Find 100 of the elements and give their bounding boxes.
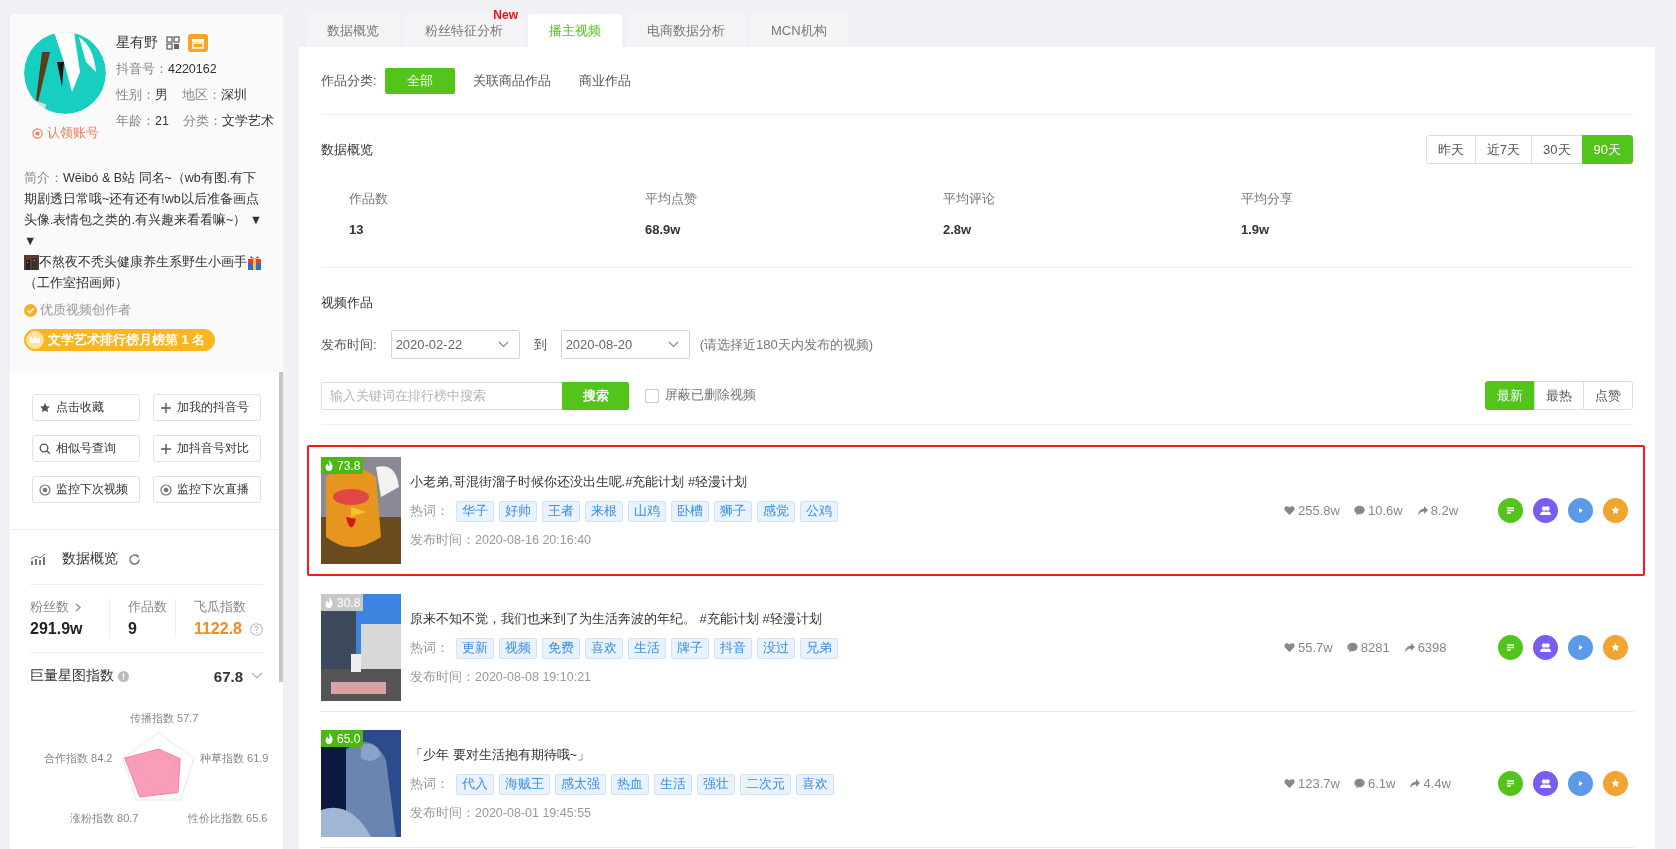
hotword-tag[interactable]: 视频 [499,637,537,659]
heat-score-badge: 65.0 [321,730,364,747]
comment-count: 10.6w [1367,503,1403,518]
stat-value: 1.9w [1241,222,1271,237]
hotword-tag[interactable]: 抖音 [714,637,752,659]
claim-account-link[interactable]: 认领账号 [31,124,99,142]
video-row[interactable]: 73.8 小老弟,哥混街溜子时候你还没出生呢.#充能计划 #轻漫计划 热词： 华子 好帅 王者 来根 山鸡 卧槽 狮子 感觉 公鸡 发布时间：2020-08-16 20:16:40 255.8w 10.6w 8.2w [307,445,1645,576]
search-field[interactable]: 输入关键词在排行榜中搜索 [321,381,562,410]
hotword-tag[interactable]: 好帅 [499,500,537,522]
sort-button[interactable]: 最新 [1485,381,1535,410]
date-hint: (请选择近180天内发布的视频) [699,335,873,354]
hotword-tag[interactable]: 感太强 [555,773,606,795]
hotword-tag[interactable]: 华子 [456,500,494,522]
field-label: 地区： [182,88,221,102]
bio-text: （工作室招画师） [24,275,129,292]
stat-label: 飞瓜指数 [193,599,247,616]
stat-value: 9 [127,620,138,638]
category-option[interactable]: 全部 [384,67,455,94]
hotword-tag[interactable]: 二次元 [740,773,791,795]
range-separator: 到 [533,335,547,354]
section-title: 视频作品 [321,295,373,310]
hotword-tag[interactable]: 感觉 [757,500,795,522]
section-title: 数据概览 [321,140,373,159]
index-label: 巨量星图指数 [30,667,114,685]
stat-label: 作品数 [349,190,389,208]
hotword-tag[interactable]: 没过 [757,637,795,659]
index-value: 67.8 [213,667,243,685]
share-count: 6398 [1417,640,1447,655]
publish-time: 发布时间：2020-08-01 19:45:55 [410,804,593,822]
tab[interactable]: 数据概览 [306,14,400,47]
video-title[interactable]: 小老弟,哥混街溜子时候你还没出生呢.#充能计划 #轻漫计划 [410,472,1270,491]
hotword-tag[interactable]: 免费 [542,637,580,659]
date-field[interactable]: 2020-02-22 [390,330,520,359]
hotword-tag[interactable]: 热血 [611,773,649,795]
category-option[interactable]: 关联商品作品 [462,67,561,94]
video-title[interactable]: 「少年 要对生活抱有期待哦~」 [410,745,1270,764]
action-button[interactable]: 相似号查询 [32,435,140,462]
filter-label: 作品分类: [321,71,377,90]
hotword-tag[interactable]: 喜欢 [796,773,834,795]
stat-value: 68.9w [645,222,682,237]
rank-badge: 文学艺术排行榜月榜第 1 名 [24,329,216,351]
hotword-tag[interactable]: 来根 [585,500,623,522]
section-title: 数据概览 [62,550,118,568]
action-button[interactable]: 加抖音号对比 [153,435,261,462]
like-count: 255.8w [1298,503,1340,518]
field-value: 21 [155,114,169,128]
sort-button[interactable]: 点赞 [1583,381,1633,410]
category-option[interactable]: 商业作品 [568,67,641,94]
hotword-tag[interactable]: 生活 [628,637,666,659]
bio-text: 简介：Wēibó & B站 同名~（wb有图.有下期剧透日常哦~还有还有!wb以后准备画点头像.表情包之类的.有兴趣来看看嘛~） ▼ ▼ [24,170,264,250]
tab[interactable]: MCN机构 [750,14,848,47]
hotword-tag[interactable]: 强壮 [697,773,735,795]
tab[interactable]: 电商数据分析 [626,14,746,47]
stat-value: 13 [349,222,365,237]
creator-badge-text: 优质视频创作者 [40,302,131,319]
sort-button[interactable]: 最热 [1534,381,1584,410]
hotword-tag[interactable]: 王者 [542,500,580,522]
hotword-tag[interactable]: 卧槽 [671,500,709,522]
radar-label: 种草指数 61.9 [200,751,269,766]
range-button[interactable]: 90天 [1581,135,1633,164]
comment-count: 8281 [1360,640,1390,655]
publish-time: 发布时间：2020-08-16 20:16:40 [410,531,593,549]
action-button[interactable]: 监控下次直播 [153,476,261,503]
publish-time: 发布时间：2020-08-08 19:10:21 [410,668,593,686]
stat-label: 平均点赞 [645,190,698,208]
hotword-tag[interactable]: 公鸡 [800,500,838,522]
field-value: 深圳 [221,88,247,102]
video-title[interactable]: 原来不知不觉，我们也来到了为生活奔波的年纪。 #充能计划 #轻漫计划 [410,609,1270,628]
stat-label: 平均分享 [1241,190,1294,208]
hotwords-label: 热词： [410,775,449,793]
stat-label: 平均评论 [943,190,996,208]
tab[interactable]: 播主视频 [528,14,622,47]
hotword-tag[interactable]: 喜欢 [585,637,623,659]
stat-value: 291.9w [30,620,84,638]
like-count: 55.7w [1298,640,1333,655]
range-button[interactable]: 近7天 [1474,135,1533,164]
hotwords-label: 热词： [410,639,449,657]
range-button[interactable]: 昨天 [1425,135,1476,164]
heat-score-badge: 73.8 [321,457,364,474]
stat-label: 作品数 [127,599,168,616]
hotword-tag[interactable]: 兄弟 [800,637,838,659]
action-button[interactable]: 监控下次视频 [32,476,140,503]
comment-count: 6.1w [1367,776,1396,791]
hotword-tag[interactable]: 更新 [456,637,494,659]
range-button[interactable]: 30天 [1531,135,1583,164]
hotword-tag[interactable]: 生活 [654,773,692,795]
stat-value: 2.8w [943,222,973,237]
hotwords-label: 热词： [410,502,449,520]
date-field[interactable]: 2020-08-20 [560,330,690,359]
search-button[interactable]: 搜索 [562,381,629,410]
action-button[interactable]: 点击收藏 [32,394,140,421]
field-label: 性别： [116,88,155,102]
hotword-tag[interactable]: 狮子 [714,500,752,522]
hotword-tag[interactable]: 海贼王 [499,773,550,795]
hotword-tag[interactable]: 山鸡 [628,500,666,522]
video-row[interactable]: 65.0 「少年 要对生活抱有期待哦~」 热词： 代入 海贼王 感太强 热血 生活 强壮 二次元 喜欢 发布时间：2020-08-01 19:45:55 123.7w 6.1w 4.4w [319,718,1635,848]
hotword-tag[interactable]: 牌子 [671,637,709,659]
hotword-tag[interactable]: 代入 [456,773,494,795]
action-button[interactable]: 加我的抖音号 [153,394,261,421]
field-label: 年龄： [116,114,155,128]
